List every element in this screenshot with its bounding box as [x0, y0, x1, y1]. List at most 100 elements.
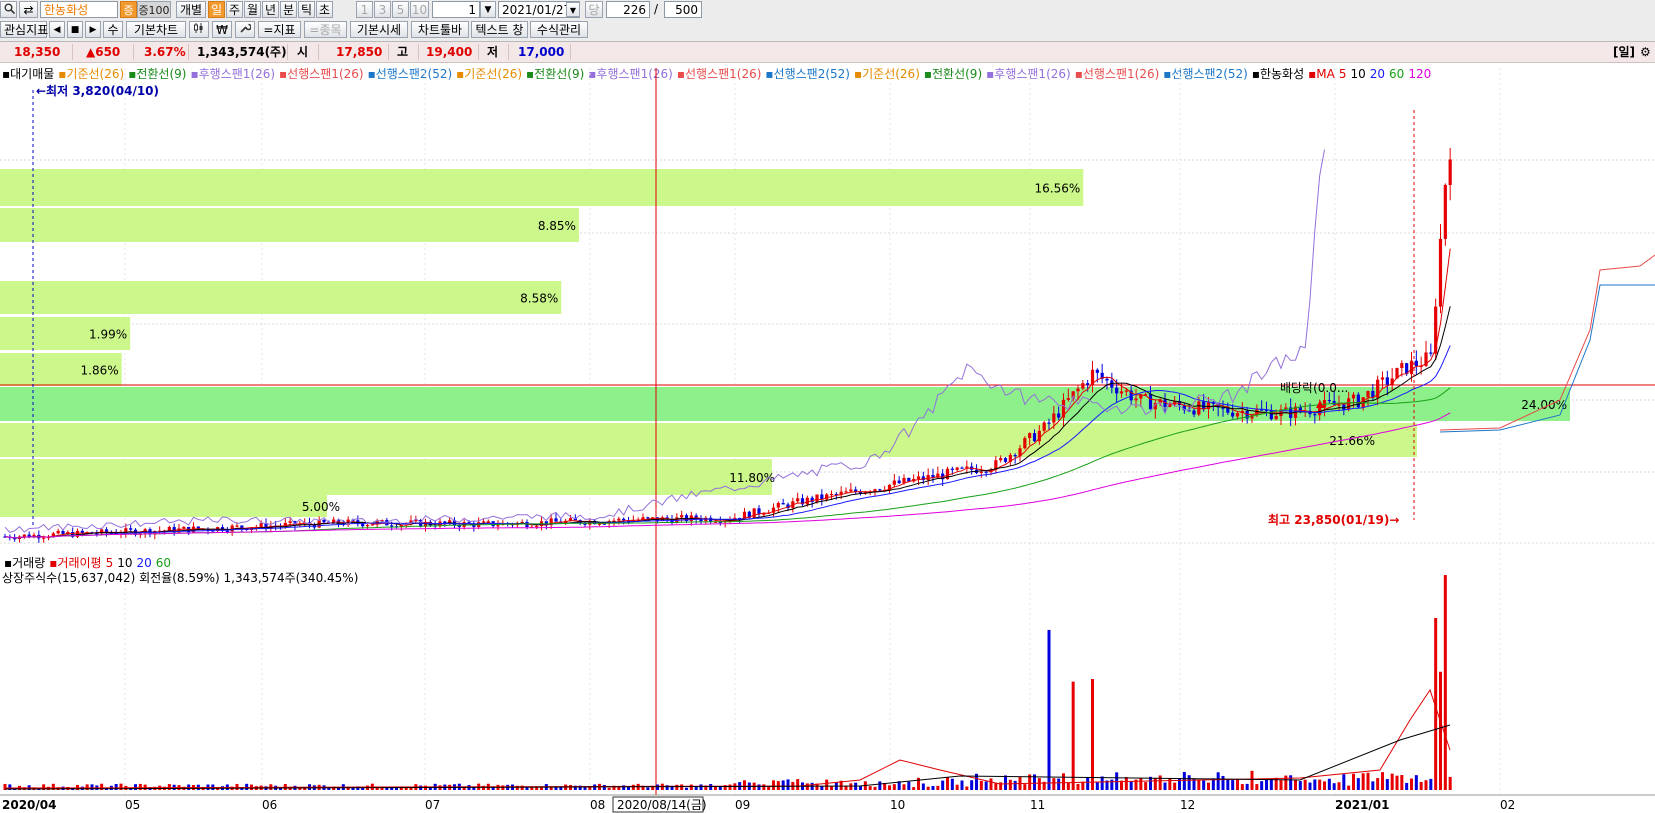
period-second-tab[interactable]: 초	[316, 1, 333, 18]
volume-legend-item[interactable]: 20	[136, 556, 151, 570]
margin-badge[interactable]: 증100	[137, 1, 171, 18]
volume-bar	[1124, 777, 1128, 790]
period-week-tab[interactable]: 주	[226, 1, 243, 18]
volume-legend-item[interactable]: ▪거래량	[4, 556, 45, 570]
candle-body	[1115, 387, 1119, 394]
period-month-tab[interactable]: 월	[244, 1, 261, 18]
volume-legend-item[interactable]: 60	[156, 556, 171, 570]
candle-body	[617, 518, 621, 521]
price-chart[interactable]: 16.56%8.85%8.58%1.99%1.86%24.00%21.66%11…	[0, 62, 1655, 813]
volume-bar	[1187, 775, 1191, 790]
basic-quote-button[interactable]: 기본시세	[350, 21, 408, 38]
updown-button[interactable]: 수	[103, 21, 123, 38]
volume-profile-bar	[0, 495, 328, 517]
volume-bar	[1342, 774, 1346, 790]
volume-bar	[786, 779, 790, 790]
volume-profile-label: 5.00%	[302, 500, 340, 514]
candle-body	[960, 467, 964, 469]
volume-legend-item[interactable]: 10	[117, 556, 132, 570]
scroll-right-icon[interactable]: ▶	[85, 21, 101, 38]
candle-body	[1356, 394, 1360, 408]
text-window-button[interactable]: 텍스트 창	[471, 21, 528, 38]
candle-body	[1409, 360, 1414, 375]
volume-bar	[1129, 781, 1133, 790]
volume-bar	[1052, 778, 1056, 790]
volume-bar	[689, 784, 693, 790]
volume-bar	[1231, 780, 1235, 790]
candle-body	[902, 477, 906, 484]
candle-body	[182, 526, 186, 529]
formula-management-button[interactable]: 수식관리	[530, 21, 588, 38]
period-num-10[interactable]: 10	[410, 1, 429, 18]
currency-icon[interactable]: ₩	[212, 21, 232, 38]
candle-body	[1235, 413, 1240, 417]
candle-body	[1086, 383, 1090, 385]
volume-bar	[1182, 771, 1186, 790]
volume-bar	[138, 783, 142, 790]
volume-bar	[675, 784, 679, 790]
candle-icon[interactable]	[189, 21, 209, 38]
candle-body	[167, 527, 171, 531]
volume-bar	[1313, 779, 1317, 790]
settings-icon[interactable]: ⚙	[1640, 42, 1651, 62]
swap-icon[interactable]: ⇄	[19, 1, 38, 18]
date-dropdown-icon[interactable]: ▼	[566, 2, 580, 17]
dividend-annotation: 배당락(0.0...	[1280, 381, 1348, 395]
count-total-field[interactable]: 500	[664, 1, 702, 18]
volume-bar	[762, 784, 766, 790]
volume-legend-item[interactable]: ▪거래이평	[49, 556, 101, 570]
badge-prefix[interactable]: 증	[120, 1, 137, 18]
individual-button[interactable]: 개별	[176, 1, 206, 18]
volume-legend-item[interactable]: 5	[106, 556, 114, 570]
period-num-3[interactable]: 3	[374, 1, 391, 18]
stock-name-field[interactable]: 한농화성	[40, 1, 118, 18]
period-tag[interactable]: [일]	[1613, 42, 1635, 62]
candle-body	[1274, 416, 1278, 420]
period-input[interactable]: 1	[432, 1, 480, 18]
candle-body	[1313, 414, 1317, 416]
period-num-1[interactable]: 1	[356, 1, 373, 18]
candle-body	[61, 530, 65, 534]
wrench-icon[interactable]	[235, 21, 255, 38]
candle-body	[892, 480, 896, 485]
volume-bar	[530, 787, 534, 790]
period-day-tab[interactable]: 일	[208, 1, 225, 18]
volume-bar	[805, 783, 809, 790]
x-axis-tick-label: 2021/01	[1335, 798, 1389, 812]
count-label: 당	[585, 1, 603, 18]
scroll-left-icon[interactable]: ◀	[49, 21, 65, 38]
volume-bar	[1347, 785, 1351, 790]
volume-bar	[549, 787, 553, 790]
period-dropdown-icon[interactable]: ▼	[480, 1, 496, 18]
candle-body	[752, 508, 756, 518]
volume-bar	[796, 779, 800, 790]
volume-bar	[1439, 671, 1442, 790]
search-icon[interactable]	[0, 1, 17, 18]
period-year-tab[interactable]: 년	[262, 1, 279, 18]
volume-bar	[970, 780, 974, 790]
volume-bar	[820, 786, 824, 790]
item-button[interactable]: =종목	[304, 21, 347, 38]
period-minute-tab[interactable]: 분	[280, 1, 297, 18]
candle-body	[646, 517, 650, 519]
candle-body	[1351, 394, 1356, 399]
candle-body	[1414, 360, 1418, 367]
volume-bar	[1250, 770, 1254, 790]
volume-bar	[1095, 782, 1099, 790]
chart-toolbar-button[interactable]: 차트툴바	[411, 21, 469, 38]
period-tick-tab[interactable]: 틱	[298, 1, 315, 18]
volume-bar	[1414, 775, 1418, 790]
basic-chart-button[interactable]: 기본차트	[126, 21, 186, 38]
x-axis-tick-label: 2020/04	[2, 798, 56, 812]
x-axis-tick-label: 06	[262, 798, 277, 812]
count-field[interactable]: 226	[606, 1, 650, 18]
stop-icon[interactable]: ■	[67, 21, 83, 38]
interest-indicator-button[interactable]: 관심지표	[0, 21, 48, 38]
volume-bar	[1269, 778, 1273, 790]
indicator-button[interactable]: =지표	[258, 21, 301, 38]
x-axis-tick-label: 05	[125, 798, 140, 812]
candle-body	[796, 498, 800, 502]
volume-bar	[1197, 780, 1201, 790]
candle-body	[1429, 352, 1433, 354]
period-num-5[interactable]: 5	[392, 1, 409, 18]
